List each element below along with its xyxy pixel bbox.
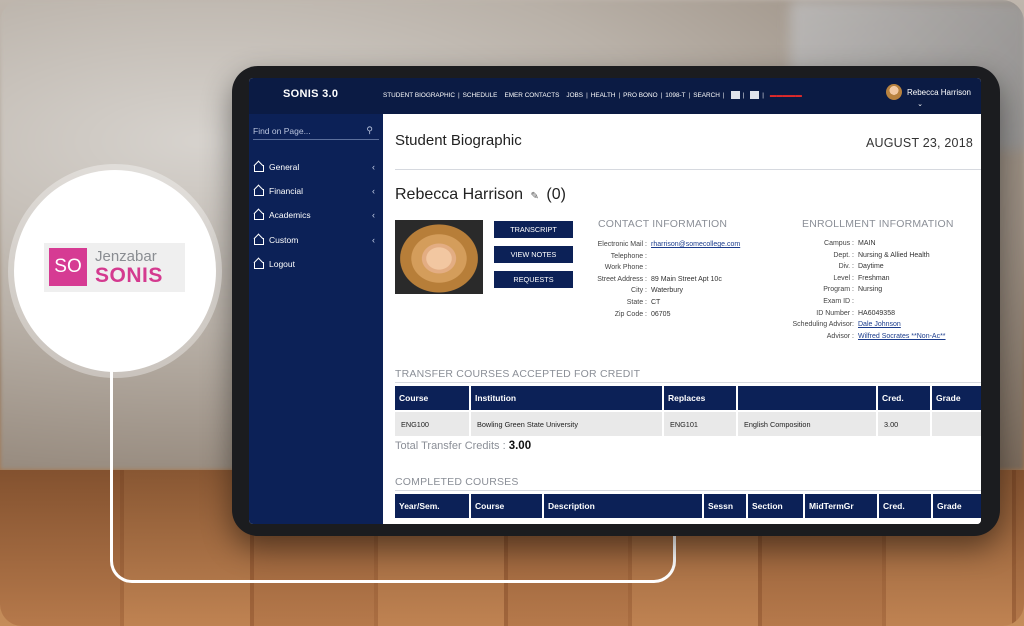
user-name: Rebecca Harrison (906, 87, 971, 97)
home-icon (253, 235, 264, 245)
student-photo (395, 220, 483, 294)
column-header: Institution (471, 386, 664, 410)
column-header: Description (544, 494, 704, 518)
top-nav-links: STUDENT BIOGRAPHIC | SCHEDULE EMER CONTAC… (383, 91, 802, 99)
nav-link-student-biographic[interactable]: STUDENT BIOGRAPHIC (383, 92, 455, 99)
completed-table-header: Year/Sem. Course Description Sessn Secti… (395, 494, 981, 518)
column-header: Section (748, 494, 805, 518)
transcript-button[interactable]: TRANSCRIPT (494, 221, 573, 238)
logo-mark: SO (49, 248, 87, 286)
column-header: Replaces (664, 386, 738, 410)
home-icon (253, 162, 264, 172)
sidebar-item-general[interactable]: General ‹ (253, 158, 375, 176)
home-icon (253, 259, 264, 269)
jenzabar-sonis-logo: SO Jenzabar SONIS (44, 243, 185, 292)
chevron-left-icon: ‹ (372, 162, 375, 172)
table-cell (932, 412, 981, 436)
sidebar: Find on Page... ⚲ General ‹ Financial ‹ … (249, 114, 383, 524)
total-transfer-value: 3.00 (508, 440, 532, 452)
top-navbar: SONIS 3.0 STUDENT BIOGRAPHIC | SCHEDULE E… (249, 78, 981, 114)
sidebar-item-financial[interactable]: Financial ‹ (253, 182, 375, 200)
column-header: Cred. (879, 494, 933, 518)
column-header: MidTermGr (805, 494, 879, 518)
find-on-page-input[interactable]: Find on Page... ⚲ (253, 122, 379, 140)
app-title: SONIS 3.0 (283, 88, 339, 100)
document-icon[interactable] (730, 91, 740, 99)
email-link[interactable]: rharrison@somecollege.com (651, 241, 740, 248)
requests-button[interactable]: REQUESTS (494, 271, 573, 288)
student-name-heading: Rebecca Harrison ✎ (0) (395, 186, 566, 204)
user-menu[interactable]: Rebecca Harrison ⌄ (885, 84, 971, 108)
table-cell: Bowling Green State University (471, 412, 664, 436)
column-header: Course (395, 386, 471, 410)
contact-info-heading: CONTACT INFORMATION (598, 218, 728, 230)
page-date: AUGUST 23, 2018 (866, 136, 973, 150)
column-header: Cred. (878, 386, 932, 410)
nav-link-emer-contacts[interactable]: EMER CONTACTS (504, 92, 559, 99)
completed-courses-heading: COMPLETED COURSES (395, 476, 519, 488)
chevron-left-icon: ‹ (372, 210, 375, 220)
table-row[interactable]: ENG100 Bowling Green State University EN… (395, 412, 981, 436)
column-header: Year/Sem. (395, 494, 471, 518)
nav-link-1098t[interactable]: 1098-T (665, 92, 685, 99)
transfer-table-header: Course Institution Replaces Cred. Grade (395, 386, 981, 410)
pencil-icon[interactable]: ✎ (531, 191, 539, 202)
sidebar-item-label: General (269, 162, 300, 172)
page-title: Student Biographic (395, 132, 522, 149)
main-content: Student Biographic AUGUST 23, 2018 Rebec… (383, 114, 981, 524)
sidebar-item-label: Academics (269, 210, 311, 220)
sidebar-item-label: Custom (269, 235, 299, 245)
logo-word-sonis: SONIS (95, 264, 163, 287)
table-cell: ENG101 (664, 412, 738, 436)
nav-link-schedule[interactable]: SCHEDULE (463, 92, 498, 99)
table-cell: ENG100 (395, 412, 471, 436)
home-icon (253, 210, 264, 220)
sidebar-item-label: Logout (269, 259, 295, 269)
sidebar-item-logout[interactable]: Logout (253, 255, 375, 273)
sidebar-item-custom[interactable]: Custom ‹ (253, 231, 375, 249)
total-transfer-credits: Total Transfer Credits : 3.00 (395, 440, 532, 452)
nav-link-jobs[interactable]: JOBS (566, 92, 583, 99)
nav-link-health[interactable]: HEALTH (591, 92, 616, 99)
divider (395, 490, 981, 491)
sidebar-item-academics[interactable]: Academics ‹ (253, 206, 375, 224)
table-cell: English Composition (738, 412, 878, 436)
user-avatar (885, 84, 902, 100)
tablet-screen: SONIS 3.0 STUDENT BIOGRAPHIC | SCHEDULE E… (249, 78, 981, 524)
search-icon: ⚲ (366, 125, 373, 135)
home-icon (253, 186, 264, 196)
enrollment-info-list: Campus : MAIN Dept. : Nursing & Allied Hea… (792, 240, 946, 340)
tablet-device: SONIS 3.0 STUDENT BIOGRAPHIC | SCHEDULE E… (232, 66, 1000, 536)
chevron-left-icon: ‹ (372, 235, 375, 245)
calendar-icon[interactable] (750, 91, 760, 99)
column-header: Course (471, 494, 544, 518)
scheduling-advisor-link[interactable]: Dale Johnson (858, 321, 901, 328)
nav-link-search[interactable]: SEARCH (693, 92, 720, 99)
student-count: (0) (546, 186, 566, 203)
nav-link-pro-bono[interactable]: PRO BONO (623, 92, 657, 99)
chevron-left-icon: ‹ (372, 186, 375, 196)
contact-info-list: Electronic Mail : rharrison@somecollege.c… (597, 241, 741, 318)
column-header: Sessn (704, 494, 748, 518)
enrollment-info-heading: ENROLLMENT INFORMATION (802, 218, 954, 230)
view-notes-button[interactable]: VIEW NOTES (494, 246, 573, 263)
table-cell: 3.00 (878, 412, 932, 436)
logo-word-jenzabar: Jenzabar (95, 248, 157, 265)
alert-indicator[interactable]: ▬▬▬▬▬ (770, 92, 802, 99)
column-header: Grade (937, 501, 962, 511)
divider (395, 382, 981, 383)
transfer-courses-heading: TRANSFER COURSES ACCEPTED FOR CREDIT (395, 368, 641, 380)
sidebar-item-label: Financial (269, 186, 304, 196)
chevron-down-icon: ⌄ (917, 101, 923, 108)
divider (395, 169, 981, 170)
find-placeholder: Find on Page... (253, 126, 311, 136)
column-header (738, 386, 878, 410)
advisor-link[interactable]: Wilfred Socrates **Non-Ac** (858, 333, 946, 340)
student-name: Rebecca Harrison (395, 186, 524, 203)
column-header: Grade (936, 393, 961, 403)
